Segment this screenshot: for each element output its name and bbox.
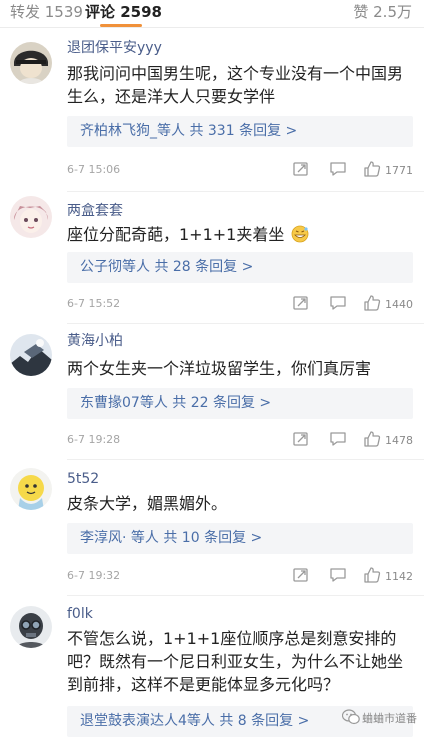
- like-icon[interactable]: [363, 294, 383, 314]
- divider: [0, 27, 424, 28]
- share-icon[interactable]: [292, 430, 312, 450]
- comment-icon[interactable]: [329, 160, 349, 180]
- comment-text: 皮条大学，媚黑媚外。: [67, 494, 228, 513]
- like-count: 1771: [385, 164, 413, 177]
- comment-text: 不管怎么说，1+1+1座位顺序总是刻意安排的吧？既然有一个尼日利亚女生，为什么不…: [67, 629, 404, 694]
- username[interactable]: 两盒套套: [67, 203, 123, 220]
- comment-text: 那我问问中国男生呢，这个专业没有一个中国男生么，还是洋大人只要女学伴: [67, 64, 404, 106]
- divider: [67, 323, 424, 324]
- reply-summary-text: 齐柏林飞狗_等人 共 331 条回复 >: [80, 123, 298, 139]
- divider: [67, 191, 424, 192]
- avatar[interactable]: [10, 606, 52, 648]
- tab-like[interactable]: 赞 2.5万: [353, 3, 412, 21]
- avatar[interactable]: [10, 468, 52, 510]
- reply-summary[interactable]: 东曹掾07等人 共 22 条回复 >: [67, 388, 413, 419]
- avatar[interactable]: [10, 196, 52, 238]
- comment-meta: 6-7 19:32 1142: [67, 566, 417, 586]
- comment-icon[interactable]: [329, 566, 349, 586]
- timestamp: 6-7 19:32: [67, 569, 121, 582]
- share-icon[interactable]: [292, 294, 312, 314]
- share-icon[interactable]: [292, 566, 312, 586]
- divider: [67, 595, 424, 596]
- timestamp: 6-7 19:28: [67, 433, 121, 446]
- comment-meta: 6-7 19:28 1478: [67, 430, 417, 450]
- username[interactable]: 5t52: [67, 471, 99, 488]
- timestamp: 6-7 15:06: [67, 163, 121, 176]
- comment-tabs: 转发 1539 评论 2598 赞 2.5万: [0, 0, 424, 28]
- like-icon[interactable]: [363, 566, 383, 586]
- username[interactable]: 黄海小柏: [67, 333, 123, 350]
- reply-summary-text: 公子彻等人 共 28 条回复 >: [80, 259, 254, 275]
- like-count: 1440: [385, 298, 413, 311]
- like-count: 1478: [385, 434, 413, 447]
- timestamp: 6-7 15:52: [67, 297, 121, 310]
- reply-summary-text: 东曹掾07等人 共 22 条回复 >: [80, 395, 272, 411]
- like-icon[interactable]: [363, 430, 383, 450]
- tab-comment[interactable]: 评论 2598: [85, 3, 162, 21]
- reply-summary-text: 李淳风· 等人 共 10 条回复 >: [80, 530, 263, 546]
- reply-summary[interactable]: 李淳风· 等人 共 10 条回复 >: [67, 523, 413, 554]
- comment-meta: 6-7 15:06 1771: [67, 160, 417, 180]
- username[interactable]: f0lk: [67, 606, 93, 623]
- watermark-text: 蛐蛐市道番: [362, 712, 417, 725]
- reply-summary-text: 退堂鼓表演达人4等人 共 8 条回复 >: [80, 713, 310, 729]
- comment-text-content: 座位分配奇葩，1+1+1夹着坐: [67, 225, 285, 244]
- comment-icon[interactable]: [329, 294, 349, 314]
- username[interactable]: 退团保平安yyy: [67, 40, 162, 57]
- wechat-icon: [341, 709, 360, 729]
- comment-meta: 6-7 15:52 1440: [67, 294, 417, 314]
- avatar[interactable]: [10, 42, 52, 84]
- comment-icon[interactable]: [329, 430, 349, 450]
- comment-text: 两个女生夹一个洋垃圾留学生，你们真厉害: [67, 359, 372, 378]
- like-count: 1142: [385, 570, 413, 583]
- tab-repost[interactable]: 转发 1539: [10, 3, 83, 21]
- grin-emoji-icon: [291, 225, 309, 243]
- divider: [67, 459, 424, 460]
- reply-summary[interactable]: 齐柏林飞狗_等人 共 331 条回复 >: [67, 116, 413, 147]
- avatar[interactable]: [10, 334, 52, 376]
- like-icon[interactable]: [363, 160, 383, 180]
- comment-text: 座位分配奇葩，1+1+1夹着坐: [67, 223, 409, 246]
- reply-summary[interactable]: 公子彻等人 共 28 条回复 >: [67, 252, 413, 283]
- share-icon[interactable]: [292, 160, 312, 180]
